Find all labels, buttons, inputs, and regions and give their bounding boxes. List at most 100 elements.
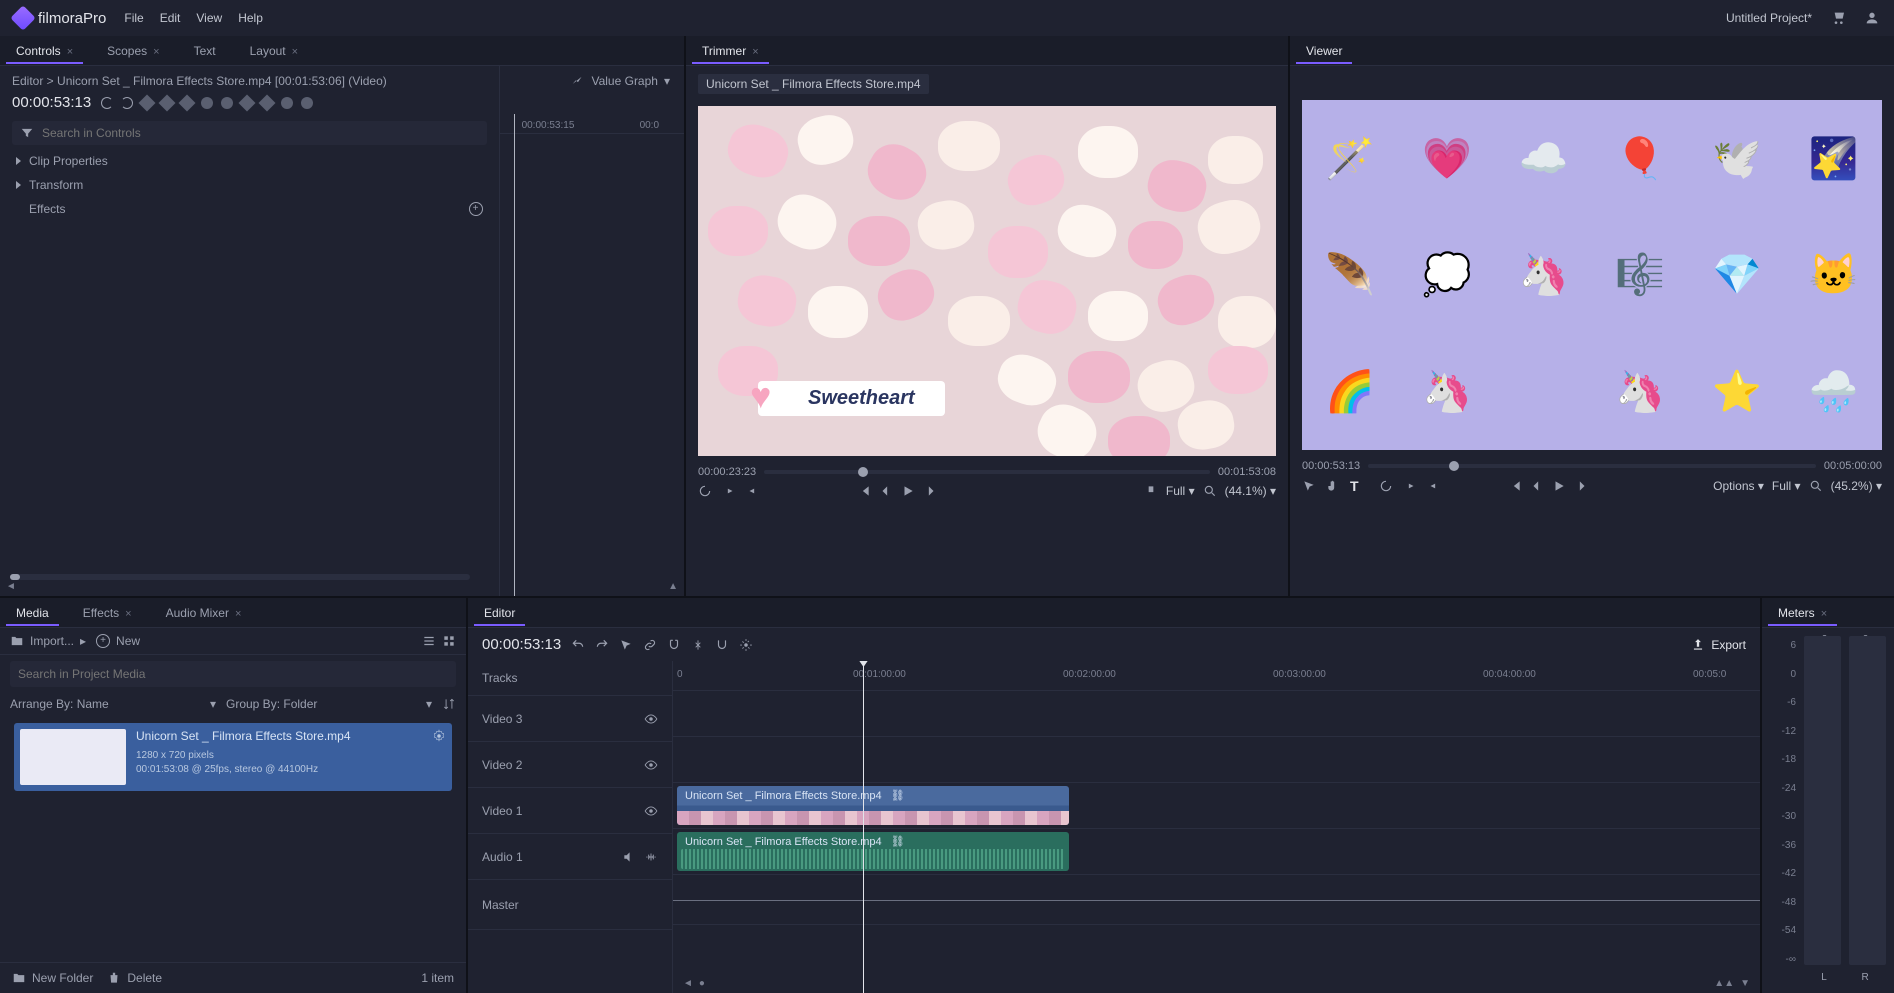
- viewer-preview[interactable]: 🪄 💗 ☁️ 🎈 🕊️ 🌠 🪶 💭 🦄 🎼 💎 🐱 🌈 🦄 🦄 ⭐ 🌧️: [1302, 100, 1882, 450]
- close-icon[interactable]: ×: [235, 608, 241, 620]
- speaker-icon[interactable]: [622, 850, 636, 864]
- user-icon[interactable]: [1864, 10, 1880, 26]
- kf-dot2-icon[interactable]: [301, 97, 313, 109]
- zoom-fit-icon[interactable]: ▲▲: [1714, 978, 1734, 989]
- prev-icon[interactable]: [1508, 479, 1522, 493]
- add-effect-icon[interactable]: +: [469, 202, 483, 216]
- menu-edit[interactable]: Edit: [160, 11, 181, 25]
- slice-tool-icon[interactable]: [691, 638, 705, 652]
- prop-clip-properties[interactable]: Clip Properties: [12, 149, 487, 173]
- step-fwd-icon[interactable]: [923, 484, 937, 498]
- in-point-icon[interactable]: [1403, 479, 1417, 493]
- timeline-row-v1[interactable]: Unicorn Set _ Filmora Effects Store.mp4 …: [673, 783, 1760, 829]
- trimmer-preview[interactable]: ♥ Sweetheart: [698, 106, 1276, 456]
- timeline-row-v2[interactable]: [673, 737, 1760, 783]
- new-folder-button[interactable]: New Folder: [12, 971, 93, 985]
- trimmer-seek-track[interactable]: [764, 470, 1210, 474]
- grid-view-icon[interactable]: [442, 634, 456, 648]
- track-video-1[interactable]: Video 1: [468, 788, 672, 834]
- out-point-icon[interactable]: [746, 484, 760, 498]
- prop-effects[interactable]: Effects+: [12, 197, 487, 221]
- step-fwd-icon[interactable]: [1574, 479, 1588, 493]
- overwrite-icon[interactable]: [1144, 484, 1158, 498]
- selection-tool-icon[interactable]: [1302, 479, 1316, 493]
- import-button[interactable]: Import... ▸: [10, 634, 86, 648]
- kf-next-icon[interactable]: [179, 94, 196, 111]
- new-button[interactable]: + New: [96, 634, 140, 648]
- prop-transform[interactable]: Transform: [12, 173, 487, 197]
- tab-scopes[interactable]: Scopes×: [97, 38, 169, 64]
- undo-icon[interactable]: [571, 638, 585, 652]
- trimmer-zoom[interactable]: (44.1%) ▾: [1225, 484, 1276, 498]
- loop-icon[interactable]: [698, 484, 712, 498]
- tab-audio-mixer[interactable]: Audio Mixer×: [156, 600, 252, 626]
- group-by-dropdown[interactable]: Group By: Folder▾: [226, 697, 432, 711]
- timeline-row-master[interactable]: [673, 875, 1760, 925]
- menu-help[interactable]: Help: [238, 11, 263, 25]
- prev-icon[interactable]: [857, 484, 871, 498]
- close-icon[interactable]: ×: [67, 46, 73, 58]
- eye-icon[interactable]: [644, 804, 658, 818]
- redo-icon[interactable]: [121, 97, 133, 109]
- clip-video-1[interactable]: Unicorn Set _ Filmora Effects Store.mp4 …: [677, 786, 1069, 825]
- eye-icon[interactable]: [644, 712, 658, 726]
- search-icon[interactable]: [1203, 484, 1217, 498]
- timeline-area[interactable]: 0 00:01:00:00 00:02:00:00 00:03:00:00 00…: [673, 661, 1760, 993]
- undo-icon[interactable]: [101, 97, 113, 109]
- zoom-out-icon[interactable]: ◄: [683, 978, 693, 989]
- delete-button[interactable]: Delete: [107, 971, 162, 985]
- viewer-quality[interactable]: Full ▾: [1772, 479, 1801, 493]
- close-icon[interactable]: ×: [292, 46, 298, 58]
- waveform-icon[interactable]: [644, 850, 658, 864]
- value-graph-button[interactable]: Value Graph ▾: [571, 74, 670, 88]
- zoom-in-icon[interactable]: ▼: [1740, 978, 1750, 989]
- kf-diamond-icon[interactable]: [159, 94, 176, 111]
- cart-icon[interactable]: [1830, 10, 1846, 26]
- kf-prev-icon[interactable]: [139, 94, 156, 111]
- timeline-playhead[interactable]: [863, 661, 864, 993]
- kf-linear-icon[interactable]: [239, 94, 256, 111]
- redo-icon[interactable]: [595, 638, 609, 652]
- kf-dot-icon[interactable]: [281, 97, 293, 109]
- clip-audio-1[interactable]: Unicorn Set _ Filmora Effects Store.mp4 …: [677, 832, 1069, 871]
- snap-tool-icon[interactable]: [667, 638, 681, 652]
- insert-icon[interactable]: [1122, 484, 1136, 498]
- viewer-options[interactable]: Options ▾: [1713, 479, 1764, 493]
- play-icon[interactable]: [1552, 479, 1566, 493]
- step-back-icon[interactable]: [1530, 479, 1544, 493]
- kf-ease-icon[interactable]: [201, 97, 213, 109]
- timeline-row-v3[interactable]: [673, 691, 1760, 737]
- media-search-input[interactable]: [10, 661, 456, 687]
- gear-icon[interactable]: [739, 638, 753, 652]
- track-video-2[interactable]: Video 2: [468, 742, 672, 788]
- tab-viewer[interactable]: Viewer: [1296, 38, 1352, 64]
- tab-trimmer[interactable]: Trimmer×: [692, 38, 769, 64]
- kf-playhead[interactable]: [514, 114, 515, 596]
- out-point-icon[interactable]: [1427, 479, 1441, 493]
- list-view-icon[interactable]: [422, 634, 436, 648]
- arrange-by-dropdown[interactable]: Arrange By: Name▾: [10, 697, 216, 711]
- menu-file[interactable]: File: [124, 11, 143, 25]
- timeline-ruler[interactable]: 0 00:01:00:00 00:02:00:00 00:03:00:00 00…: [673, 661, 1760, 691]
- hand-tool-icon[interactable]: [1326, 479, 1340, 493]
- tab-effects[interactable]: Effects×: [73, 600, 142, 626]
- controls-timecode[interactable]: 00:00:53:13: [12, 94, 91, 111]
- tab-meters[interactable]: Meters×: [1768, 600, 1837, 626]
- loop-icon[interactable]: [1379, 479, 1393, 493]
- track-audio-1[interactable]: Audio 1: [468, 834, 672, 880]
- trimmer-quality[interactable]: Full ▾: [1166, 484, 1195, 498]
- timeline-row-a1[interactable]: Unicorn Set _ Filmora Effects Store.mp4 …: [673, 829, 1760, 875]
- tab-editor[interactable]: Editor: [474, 600, 525, 626]
- in-point-icon[interactable]: [722, 484, 736, 498]
- export-button[interactable]: Export: [1691, 638, 1746, 652]
- tab-layout[interactable]: Layout×: [240, 38, 308, 64]
- track-video-3[interactable]: Video 3: [468, 696, 672, 742]
- scroll-left-icon[interactable]: ◄: [6, 581, 16, 592]
- close-icon[interactable]: ×: [153, 46, 159, 58]
- close-icon[interactable]: ×: [1821, 608, 1827, 620]
- tab-text[interactable]: Text: [184, 38, 226, 64]
- controls-scrub[interactable]: [10, 574, 470, 580]
- close-icon[interactable]: ×: [125, 608, 131, 620]
- text-tool-icon[interactable]: T: [1350, 478, 1359, 494]
- tab-media[interactable]: Media: [6, 600, 59, 626]
